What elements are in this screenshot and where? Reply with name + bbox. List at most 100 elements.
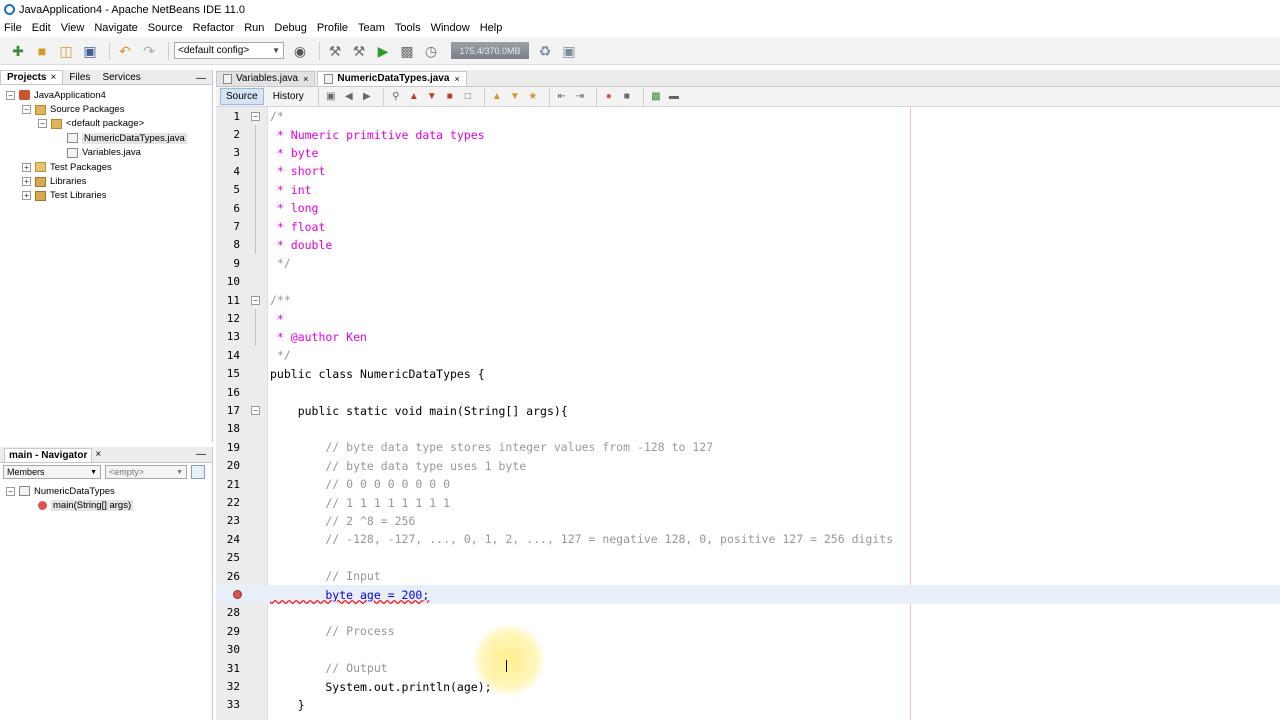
menu-profile[interactable]: Profile xyxy=(317,22,348,34)
find-icon[interactable]: ⚲ xyxy=(389,91,403,103)
run-icon[interactable]: ▶ xyxy=(373,42,393,60)
previous-bookmark-icon[interactable]: ▲ xyxy=(490,91,504,103)
fold-icon[interactable]: − xyxy=(251,295,260,305)
menu-source[interactable]: Source xyxy=(148,22,183,34)
code-line[interactable]: 5 * int xyxy=(216,180,1280,199)
gc-icon[interactable]: ♻ xyxy=(535,42,555,60)
comment-icon[interactable]: ▩ xyxy=(649,91,663,103)
menu-team[interactable]: Team xyxy=(358,22,385,34)
members-select[interactable]: Members ▼ xyxy=(3,465,101,479)
filter-icon[interactable] xyxy=(191,465,205,479)
code-line[interactable]: 22 // 1 1 1 1 1 1 1 1 xyxy=(216,493,1280,511)
code-line[interactable]: 13 * @author Ken xyxy=(216,327,1280,347)
menu-tools[interactable]: Tools xyxy=(395,22,421,34)
code-line[interactable]: 24 // -128, -127, ..., 0, 1, 2, ..., 127… xyxy=(216,530,1280,548)
profile-icon[interactable]: ◷ xyxy=(421,42,441,60)
collapse-icon[interactable]: − xyxy=(22,105,31,115)
tree-item[interactable]: − NumericDataTypes xyxy=(0,484,212,498)
close-icon[interactable]: × xyxy=(454,74,459,84)
rectangular-selection-icon[interactable]: □ xyxy=(461,91,475,103)
code-line[interactable]: 21 // 0 0 0 0 0 0 0 0 xyxy=(216,475,1280,493)
shift-left-icon[interactable]: ⇤ xyxy=(555,91,569,103)
start-macro-icon[interactable]: ● xyxy=(602,91,616,103)
snapshot-icon[interactable]: ▣ xyxy=(559,42,579,60)
code-line[interactable]: 23 // 2 ^8 = 256 xyxy=(216,512,1280,530)
code-line[interactable]: 25 xyxy=(216,549,1280,567)
menu-debug[interactable]: Debug xyxy=(274,22,306,34)
tree-item[interactable]: + Test Libraries xyxy=(0,189,212,203)
code-line[interactable]: 28 xyxy=(216,604,1280,622)
back-icon[interactable]: ◀ xyxy=(342,91,356,103)
menu-view[interactable]: View xyxy=(61,22,85,34)
menu-navigate[interactable]: Navigate xyxy=(94,22,137,34)
tree-item[interactable]: − <default package> xyxy=(0,117,212,131)
menu-edit[interactable]: Edit xyxy=(32,22,51,34)
code-line[interactable]: 19 // byte data type stores integer valu… xyxy=(216,438,1280,456)
close-icon[interactable]: × xyxy=(303,74,308,84)
code-line[interactable]: 18 xyxy=(216,420,1280,438)
tree-item[interactable]: + Libraries xyxy=(0,174,212,188)
code-line[interactable]: 3 * byte xyxy=(216,143,1280,163)
code-line[interactable]: 20 // byte data type uses 1 byte xyxy=(216,457,1280,475)
tree-item[interactable]: main(String[] args) xyxy=(0,498,212,512)
menu-window[interactable]: Window xyxy=(431,22,470,34)
menu-help[interactable]: Help xyxy=(480,22,503,34)
new-project-icon[interactable]: ■ xyxy=(32,42,52,60)
error-icon[interactable] xyxy=(233,590,242,600)
uncomment-icon[interactable]: ▬ xyxy=(667,91,681,103)
secondary-select[interactable]: <empty> ▼ xyxy=(105,465,187,479)
history-mode-button[interactable]: History xyxy=(268,89,309,104)
collapse-icon[interactable]: − xyxy=(6,486,15,496)
code-line[interactable]: 26 // Input xyxy=(216,567,1280,585)
stop-macro-icon[interactable]: ■ xyxy=(620,91,634,103)
clean-build-icon[interactable]: ⚒ xyxy=(349,42,369,60)
code-line[interactable]: 33 } xyxy=(216,696,1280,714)
shift-right-icon[interactable]: ⇥ xyxy=(573,91,587,103)
expand-icon[interactable]: + xyxy=(22,162,31,172)
code-editor[interactable]: 1−/* 2 * Numeric primitive data types 3 … xyxy=(216,107,1280,720)
code-line[interactable]: 2 * Numeric primitive data types xyxy=(216,125,1280,144)
expand-icon[interactable]: + xyxy=(22,177,31,187)
menu-run[interactable]: Run xyxy=(244,22,264,34)
code-line[interactable]: 9 */ xyxy=(216,254,1280,272)
collapse-icon[interactable]: − xyxy=(38,119,47,129)
expand-icon[interactable]: + xyxy=(22,191,31,201)
code-line[interactable]: 8 * double xyxy=(216,235,1280,255)
new-file-icon[interactable]: ✚ xyxy=(8,42,28,60)
undo-icon[interactable]: ↶ xyxy=(115,42,135,60)
code-line[interactable]: 15 public class NumericDataTypes { xyxy=(216,365,1280,383)
code-line[interactable]: 14 */ xyxy=(216,346,1280,364)
open-project-icon[interactable]: ◫ xyxy=(56,42,76,60)
find-previous-icon[interactable]: ▲ xyxy=(407,91,421,103)
code-line[interactable]: 6 * long xyxy=(216,199,1280,218)
config-select[interactable]: <default config> ▼ xyxy=(174,42,284,59)
code-line[interactable]: 31 // Output xyxy=(216,659,1280,677)
tree-item[interactable]: − JavaApplication4 xyxy=(0,88,212,102)
forward-icon[interactable]: ▶ xyxy=(360,91,374,103)
close-icon[interactable]: × xyxy=(95,449,101,460)
toggle-bookmark-icon[interactable]: ★ xyxy=(526,91,540,103)
fold-icon[interactable]: − xyxy=(251,111,260,121)
navigator-title[interactable]: main - Navigator xyxy=(4,447,93,462)
last-edit-icon[interactable]: ▣ xyxy=(324,91,338,103)
code-line[interactable]: 17 − public static void main(String[] arg… xyxy=(216,401,1280,419)
tab-files[interactable]: Files xyxy=(63,71,96,84)
code-line[interactable]: 4 * short xyxy=(216,162,1280,181)
redo-icon[interactable]: ↷ xyxy=(139,42,159,60)
code-line[interactable]: 16 xyxy=(216,383,1280,401)
menu-file[interactable]: File xyxy=(4,22,22,34)
tree-item[interactable]: NumericDataTypes.java xyxy=(0,131,212,145)
code-line[interactable]: 12 * xyxy=(216,309,1280,328)
collapse-icon[interactable]: − xyxy=(6,90,15,100)
tree-item[interactable]: − Source Packages xyxy=(0,102,212,116)
minimize-icon[interactable]: — xyxy=(196,449,206,460)
tab-numericdatatypes-java[interactable]: NumericDataTypes.java × xyxy=(317,71,467,86)
code-line-current[interactable]: 27 byte age = 200; xyxy=(216,585,1280,604)
code-line[interactable]: 1 −/* xyxy=(216,107,1280,125)
tab-services[interactable]: Services xyxy=(96,71,146,84)
code-line[interactable]: 30 xyxy=(216,641,1280,659)
toggle-highlight-icon[interactable]: ■ xyxy=(443,91,457,103)
tab-projects[interactable]: Projects × xyxy=(0,70,64,84)
debug-icon[interactable]: ▩ xyxy=(397,42,417,60)
close-icon[interactable]: × xyxy=(50,72,56,83)
